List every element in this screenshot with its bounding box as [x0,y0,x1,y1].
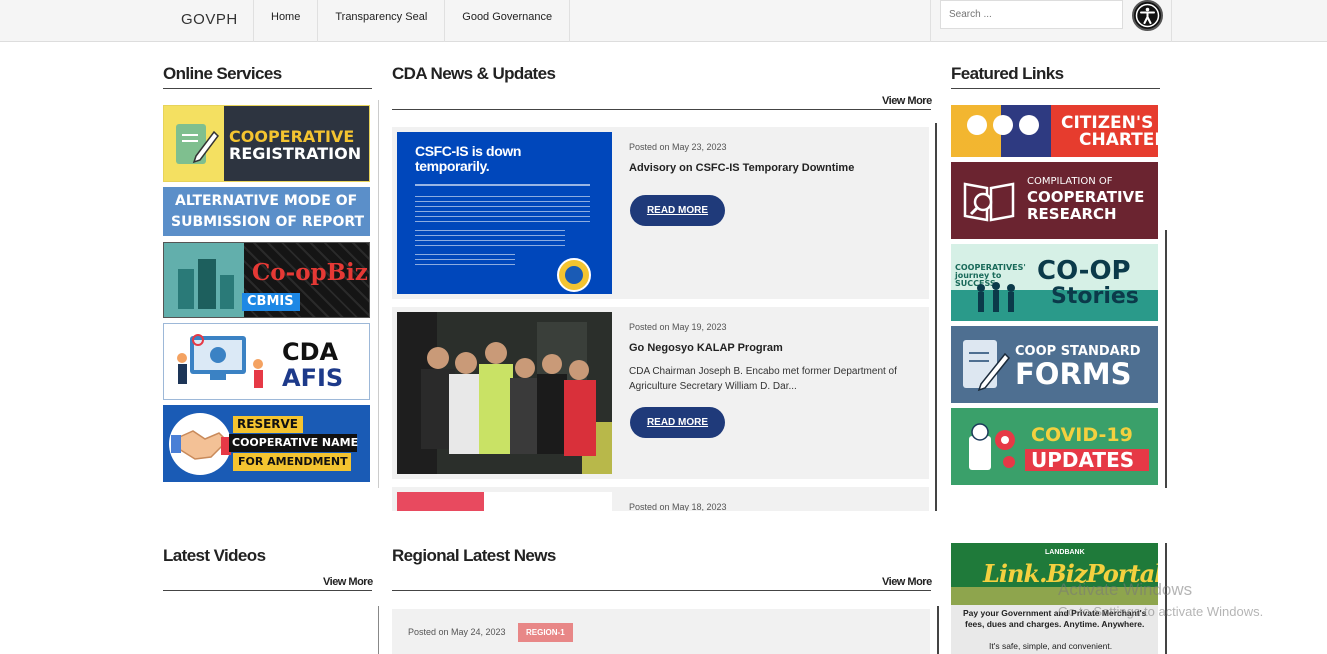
news-date: Posted on May 23, 2023 [629,142,727,152]
book-search-icon [963,182,1015,222]
news-excerpt: CDA Chairman Joseph B. Encabo met former… [629,366,897,392]
cda-afis-banner[interactable]: CDA AFIS [163,323,370,400]
divider [163,590,372,591]
handshake-icon [171,430,231,460]
news-card: Posted on May 19, 2023 Go Negosyo KALAP … [392,307,929,479]
region-badge[interactable]: REGION-1 [518,623,573,642]
coop-stories-banner[interactable]: COOPERATIVES' journey to SUCCESS CO-OP S… [951,244,1158,321]
coopbiz-cbmis-banner[interactable]: Co-opBiz CBMIS [163,242,370,318]
top-navbar: GOVPH Home Transparency Seal Good Govern… [0,0,1327,42]
windows-activation-subtext: Go to Settings to activate Windows. [1058,604,1264,619]
read-more-button[interactable]: READ MORE [630,407,725,438]
virus-doctor-icon [969,423,1015,470]
reserve-coop-name-banner[interactable]: RESERVE COOPERATIVE NAME FOR AMENDMENT [163,405,370,482]
regional-news-card: Posted on May 24, 2023 REGION-1 [392,609,930,654]
windows-activation-watermark: Activate Windows [1058,580,1193,599]
online-services-title: Online Services [163,64,282,83]
buildings-icon [178,259,234,309]
coop-standard-forms-banner[interactable]: COOP STANDARD FORMS [951,326,1158,403]
videos-view-more-link[interactable]: View More [323,576,373,588]
alternative-submission-banner[interactable]: ALTERNATIVE MODE OF SUBMISSION OF REPORT [163,187,370,236]
news-title[interactable]: Advisory on CSFC-IS Temporary Downtime [629,162,854,174]
divider [392,590,931,591]
govph-link[interactable]: GOVPH [181,11,238,28]
nav-transparency-seal[interactable]: Transparency Seal [317,0,444,42]
main-nav: Home Transparency Seal Good Governance [253,0,571,42]
featured-links-title: Featured Links [951,64,1064,83]
regional-view-more-link[interactable]: View More [882,576,932,588]
computer-people-icon [177,334,263,388]
latest-videos-title: Latest Videos [163,546,266,565]
divider [951,88,1160,89]
document-pen-icon [176,124,219,164]
search-input[interactable] [940,0,1123,29]
news-card: CSFC-IS is down temporarily. Posted on M… [392,127,929,299]
cooperative-research-banner[interactable]: COMPILATION OF COOPERATIVE RESEARCH [951,162,1158,239]
news-thumbnail[interactable]: CSFC-IS is down temporarily. [397,132,612,294]
search-area [930,0,1172,42]
news-date: Posted on May 24, 2023 [408,627,506,637]
citizens-charter-banner[interactable]: CITIZEN'S CHARTER [951,105,1158,157]
people-icon [977,282,1015,312]
news-view-more-link[interactable]: View More [882,95,932,107]
scrollbar[interactable] [937,606,939,654]
cooperative-registration-banner[interactable]: COOPERATIVE REGISTRATION [163,105,370,182]
form-pen-icon [963,340,1011,392]
news-card: Posted on May 18, 2023 [392,487,929,511]
column-divider [378,100,379,488]
news-list[interactable]: CSFC-IS is down temporarily. Posted on M… [392,123,937,511]
nav-good-governance[interactable]: Good Governance [444,0,571,42]
news-date: Posted on May 18, 2023 [629,502,727,511]
news-thumbnail[interactable] [397,312,612,474]
read-more-button[interactable]: READ MORE [630,195,725,226]
column-divider [378,606,379,654]
news-section-title: CDA News & Updates [392,64,556,83]
divider [163,88,372,89]
news-thumbnail[interactable] [397,492,612,511]
divider [392,109,931,110]
scrollbar[interactable] [1165,230,1167,488]
news-date: Posted on May 19, 2023 [629,322,727,332]
covid19-updates-banner[interactable]: COVID-19 UPDATES [951,408,1158,485]
news-title[interactable]: Go Negosyo KALAP Program [629,342,783,354]
accessibility-icon[interactable] [1132,0,1163,31]
regional-news-title: Regional Latest News [392,546,556,565]
nav-home[interactable]: Home [253,0,317,42]
